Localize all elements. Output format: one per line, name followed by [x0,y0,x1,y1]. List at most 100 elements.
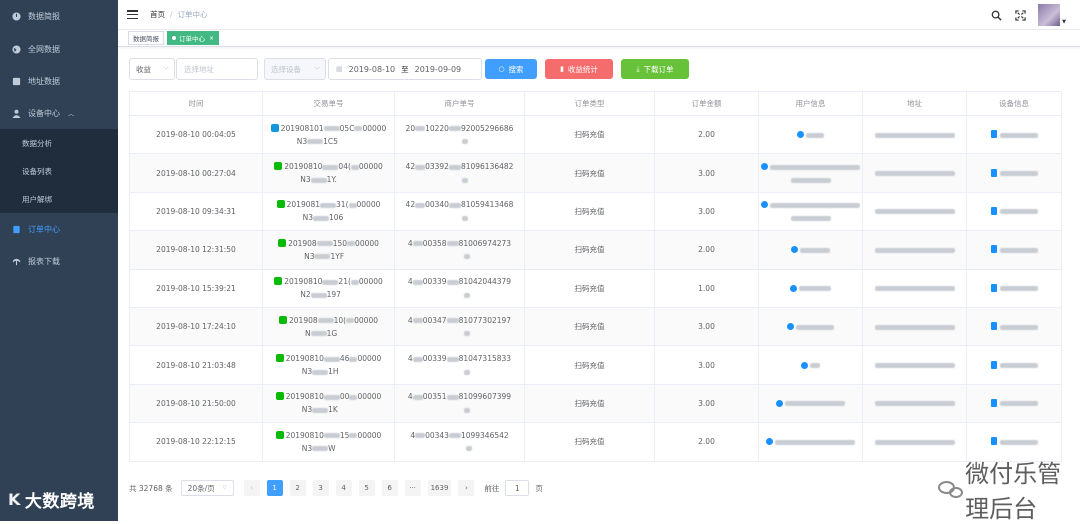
redacted-text [796,324,834,330]
page-size-select[interactable]: 20条/页 ▽ [180,480,234,496]
sidebar-item-label: 订单中心 [28,224,60,234]
sidebar-item-label: 数据简报 [28,12,60,21]
sidebar-item-address-data[interactable]: 地址数据 [0,65,118,97]
page-button[interactable]: 5 [358,480,375,496]
redacted-text [999,132,1038,138]
page-button[interactable]: 3 [312,480,329,496]
sidebar-subitem-label: 数据分析 [22,138,52,148]
column-header: 地址 [862,91,967,116]
avatar[interactable] [1038,4,1061,26]
cell-user-info [758,153,863,193]
table-row[interactable]: 2019-08-10 00:04:05 201908101 05C 00000 N3 1C… [129,114,1062,155]
tag-order-center[interactable]: 订单中心 × [167,31,220,45]
calendar-icon: ▦ [336,65,343,73]
search-icon[interactable] [990,9,1002,21]
next-page-button[interactable]: › [458,480,475,496]
breadcrumb-separator: / [170,10,173,19]
sidebar-subitem-analysis[interactable]: 数据分析 [0,129,118,157]
revenue-stats-button[interactable]: ▮ 收益统计 [545,59,613,79]
trade-no-part: 00000 [358,277,383,287]
redacted-text [346,318,355,324]
device-icon [990,283,997,292]
sidebar-item-device-center[interactable]: 设备中心 ︿ [0,97,118,129]
date-range-picker[interactable]: ▦ 2019-08-10 至 2019-09-09 [328,58,482,80]
search-button[interactable]: ○ 搜索 [485,59,537,79]
redacted-text [874,209,955,215]
merchant-no-part: 00351 [422,392,447,402]
page-button[interactable]: 6 [381,480,398,496]
table-row[interactable]: 2019-08-10 12:31:50 201908 150 00000 N3 1YF 4 0… [129,230,1062,270]
cell-trade-no: 2019081 31(00000 N3 106 [262,191,395,232]
sidebar-item-report-download[interactable]: 报表下载 [0,245,118,277]
device-select[interactable]: 选择设备 ﹀ [264,58,326,80]
address-input[interactable]: 选择地址 [176,58,258,80]
table-row[interactable]: 2019-08-10 17:24:10 201908 10(00000 N 1G 4 003… [129,306,1062,347]
cell-order-type: 扫码充值 [524,191,655,232]
cell-order-type: 扫码充值 [524,306,655,347]
trade-no-part: N3 [300,175,311,185]
redacted-text [415,164,426,170]
hamburger-icon[interactable] [127,10,138,19]
redacted-text [461,139,468,145]
merchant-no-part: 81059413468 [460,200,514,210]
table-row[interactable]: 2019-08-10 15:39:21 20190810 21(00000 N2 197… [129,268,1062,308]
table-row[interactable]: 2019-08-10 21:03:48 20190810 46 00000 N3 1H 4 0… [129,345,1062,385]
breadcrumb-home[interactable]: 首页 [150,9,165,20]
trade-no-part: 00000 [355,238,379,248]
location-icon [10,75,22,87]
table-row[interactable]: 2019-08-10 22:12:15 20190810 15 00000 N3 W 4 00… [129,422,1062,462]
redacted-text [874,363,955,369]
sidebar-item-dashboard[interactable]: 数据简报 [0,0,118,33]
redacted-text [999,401,1038,407]
trade-no-part: 201908101 [280,123,324,133]
page-list: 1 2 3 4 5 6 ··· 1639 [266,480,459,496]
main-content: 首页 / 订单中心 ▼ 数据简报 订单中心 × 收益 ﹀ 选择地址 选择设备 ﹀… [118,0,1080,523]
redacted-text [349,356,358,362]
sidebar-item-order-center[interactable]: 订单中心 [0,213,118,245]
merchant-no-part: 81099607399 [458,392,512,402]
table-row[interactable]: 2019-08-10 09:34:31 2019081 31(00000 N3 106 4… [129,191,1062,232]
redacted-text [770,202,860,208]
cell-trade-no: 20190810 46 00000 N3 1H [262,345,395,385]
type-select[interactable]: 收益 ﹀ [129,58,175,80]
sidebar-item-network-data[interactable]: 全网数据 [0,33,118,65]
page-button[interactable]: 4 [335,480,352,496]
sidebar-subitem-user-unbind[interactable]: 用户解绑 [0,185,118,213]
fullscreen-icon[interactable] [1014,9,1026,21]
redacted-text [310,292,327,298]
caret-down-icon[interactable]: ▼ [1062,19,1066,25]
cell-time: 2019-08-10 21:50:00 [129,383,263,424]
chevron-up-icon: ︿ [68,110,75,118]
table-row[interactable]: 2019-08-10 21:50:00 20190810 00 00000 N3 1K 4 0… [129,383,1062,424]
trade-no-part: N3 [302,213,314,223]
page-button[interactable]: 1 [266,480,283,496]
redacted-text [446,356,459,362]
page-button[interactable]: 2 [289,480,306,496]
prev-page-button[interactable]: ‹ [243,480,260,496]
trade-no-part: 00000 [357,430,382,440]
table-row[interactable]: 2019-08-10 00:27:04 20190810 04(00000 N3 1Y.… [129,153,1062,193]
sidebar-subitem-label: 用户解绑 [22,194,52,204]
cell-amount: 3.00 [654,345,759,385]
cell-trade-no: 201908101 05C 00000 N3 1C5 [262,114,395,155]
date-start[interactable]: 2019-08-10 [349,65,396,74]
trade-no-part: 21( [338,277,351,287]
tag-dashboard[interactable]: 数据简报 [128,31,164,45]
redacted-text [463,331,470,337]
download-orders-button[interactable]: ⤓ 下载订单 [621,59,689,79]
column-header: 用户信息 [758,91,863,116]
filter-bar: 收益 ﹀ 选择地址 选择设备 ﹀ ▦ 2019-08-10 至 2019-09-… [129,58,689,80]
redacted-text [463,407,470,413]
sidebar-subitem-device-list[interactable]: 设备列表 [0,157,118,185]
trade-no-part: 20190810 [285,392,324,402]
trade-no-part: 04( [338,162,351,172]
wechat-pay-icon [275,430,284,439]
close-icon[interactable]: × [209,35,214,42]
date-end[interactable]: 2019-09-09 [415,65,462,74]
page-button[interactable]: 1639 [427,480,452,496]
wechat-pay-icon [274,162,283,171]
trade-no-part: N3 [296,136,308,146]
redacted-text [999,324,1038,330]
page-button[interactable]: ··· [404,480,421,496]
goto-page-input[interactable]: 1 [505,480,530,496]
